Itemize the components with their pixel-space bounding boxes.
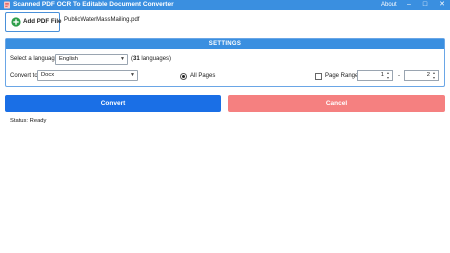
- settings-header: SETTINGS: [6, 39, 444, 49]
- all-pages-radio[interactable]: [180, 73, 187, 80]
- page-range-from-stepper[interactable]: 1 ▲ ▼: [357, 70, 393, 81]
- add-pdf-file-button[interactable]: Add PDF File: [5, 12, 62, 32]
- page-range-to-value: 2: [426, 72, 430, 78]
- convert-button[interactable]: Convert: [5, 95, 221, 112]
- add-circle-icon: [11, 17, 21, 27]
- about-link[interactable]: About: [381, 0, 397, 10]
- selected-file-name: PublicWaterMassMailing.pdf: [64, 17, 140, 23]
- add-pdf-file-label: Add PDF File: [23, 18, 62, 25]
- page-range-separator: -: [398, 73, 400, 79]
- language-select-value: English: [59, 56, 79, 62]
- spinner-arrows-icon[interactable]: ▲ ▼: [385, 71, 391, 80]
- page-range-label: Page Range:: [325, 73, 361, 79]
- chevron-down-icon: ▼: [120, 56, 125, 62]
- minimize-icon[interactable]: –: [403, 0, 415, 10]
- maximize-icon[interactable]: □: [419, 0, 431, 10]
- window-title: Scanned PDF OCR To Editable Document Con…: [13, 1, 174, 8]
- chevron-down-icon: ▼: [130, 72, 135, 78]
- cancel-button[interactable]: Cancel: [228, 95, 445, 112]
- status-text: Status: Ready: [10, 118, 47, 124]
- convert-to-select-value: Docx: [41, 72, 55, 78]
- page-range-from-value: 1: [380, 72, 384, 78]
- page-range-checkbox[interactable]: [315, 73, 322, 80]
- title-bar: Scanned PDF OCR To Editable Document Con…: [0, 0, 450, 10]
- page-range-to-stepper[interactable]: 2 ▲ ▼: [404, 70, 439, 81]
- convert-to-label: Convert to:: [10, 73, 40, 79]
- settings-panel: SETTINGS Select a language: English ▼ (3…: [5, 38, 445, 87]
- spinner-arrows-icon[interactable]: ▲ ▼: [431, 71, 437, 80]
- language-select[interactable]: English ▼: [55, 54, 128, 65]
- convert-to-select[interactable]: Docx ▼: [37, 70, 138, 81]
- close-icon[interactable]: ✕: [436, 0, 448, 10]
- language-label: Select a language:: [10, 56, 60, 62]
- all-pages-label: All Pages: [190, 73, 216, 79]
- language-count: (31 languages): [131, 56, 172, 62]
- app-logo-icon: [4, 1, 10, 9]
